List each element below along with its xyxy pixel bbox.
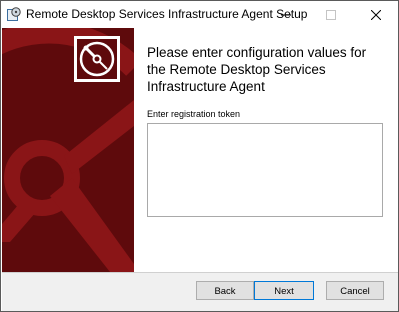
maximize-button[interactable] [309,1,353,28]
setup-window: Remote Desktop Services Infrastructure A… [0,0,399,312]
next-button[interactable]: Next [254,281,314,300]
close-button[interactable] [354,1,398,28]
back-button[interactable]: Back [196,281,254,300]
registration-token-input[interactable] [147,123,383,217]
title-bar[interactable]: Remote Desktop Services Infrastructure A… [1,1,398,28]
side-banner [2,28,134,272]
cancel-button[interactable]: Cancel [326,281,384,300]
disc-icon [74,36,120,82]
page-heading: Please enter configuration values for th… [147,45,367,94]
close-icon [371,10,381,20]
minimize-button[interactable] [264,1,308,28]
minimize-icon [281,14,291,16]
setup-disc-icon [7,7,21,21]
maximize-icon [326,10,336,20]
token-label: Enter registration token [147,109,241,119]
